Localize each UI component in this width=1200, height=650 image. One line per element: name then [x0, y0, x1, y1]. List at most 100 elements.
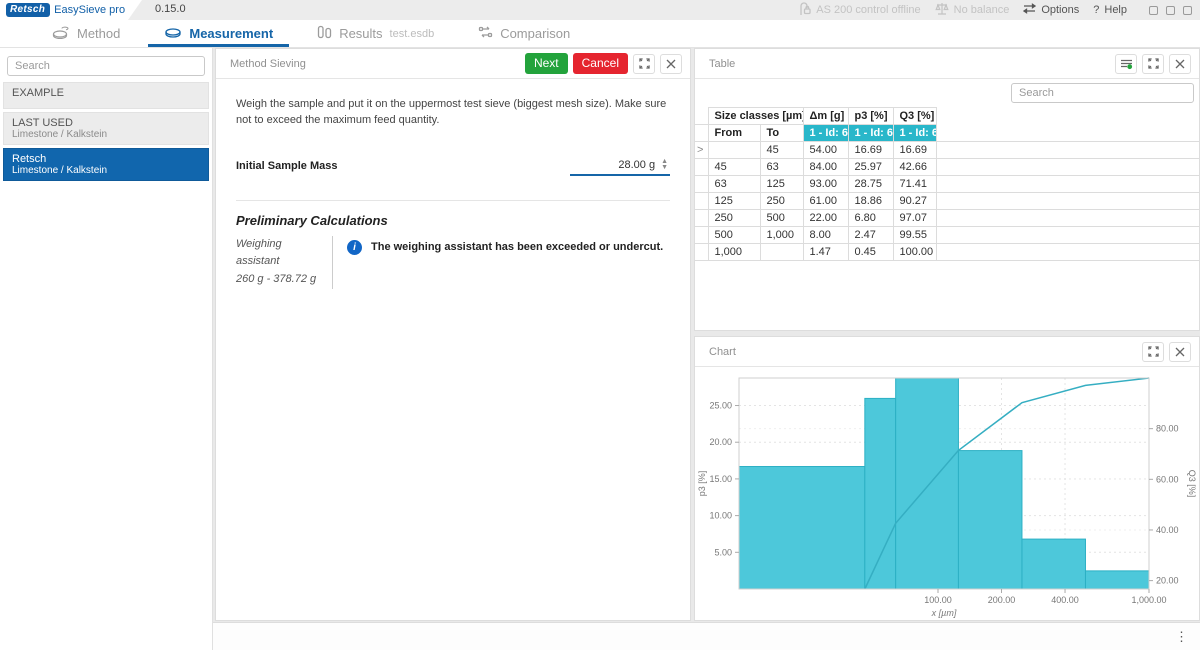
- next-button[interactable]: Next: [525, 53, 568, 74]
- histogram-bar[interactable]: [896, 378, 959, 589]
- close-panel-button[interactable]: [1169, 342, 1191, 362]
- row-marker[interactable]: [695, 227, 708, 244]
- table-cell[interactable]: 97.07: [893, 210, 936, 227]
- tab-results[interactable]: Results test.esdb: [295, 20, 456, 47]
- kebab-menu-icon[interactable]: ⋮: [1175, 630, 1188, 644]
- col-from[interactable]: From: [708, 125, 760, 142]
- table-cell[interactable]: 125: [708, 193, 760, 210]
- series-header[interactable]: 1 - Id: 6: [848, 125, 893, 142]
- row-marker[interactable]: [695, 176, 708, 193]
- sidebar-search[interactable]: [7, 56, 205, 76]
- table-cell[interactable]: [936, 244, 1199, 261]
- row-marker[interactable]: [695, 210, 708, 227]
- table-row[interactable]: 12525061.0018.8690.27: [695, 193, 1199, 210]
- histogram-bar[interactable]: [739, 467, 865, 589]
- expand-panel-button[interactable]: [1142, 54, 1164, 74]
- table-cell[interactable]: 45: [760, 142, 803, 159]
- table-cell[interactable]: 22.00: [803, 210, 848, 227]
- tab-comparison[interactable]: Comparison: [456, 20, 592, 47]
- close-panel-button[interactable]: [660, 54, 682, 74]
- expand-panel-button[interactable]: [1142, 342, 1164, 362]
- col-to[interactable]: To: [760, 125, 803, 142]
- table-cell[interactable]: 125: [760, 176, 803, 193]
- table-cell[interactable]: 84.00: [803, 159, 848, 176]
- sidebar-search-input[interactable]: [8, 60, 204, 72]
- close-panel-button[interactable]: [1169, 54, 1191, 74]
- table-cell[interactable]: 100.00: [893, 244, 936, 261]
- table-cell[interactable]: 500: [760, 210, 803, 227]
- series-header[interactable]: 1 - Id: 6: [803, 125, 848, 142]
- row-marker[interactable]: [695, 244, 708, 261]
- histogram-bar[interactable]: [1085, 571, 1149, 589]
- options-button[interactable]: Options: [1023, 3, 1079, 17]
- table-cell[interactable]: 16.69: [848, 142, 893, 159]
- table-cell[interactable]: 54.00: [803, 142, 848, 159]
- table-cell[interactable]: 99.55: [893, 227, 936, 244]
- col-q3[interactable]: Q3 [%]: [893, 108, 936, 125]
- histogram-bar[interactable]: [958, 451, 1022, 589]
- col-dm[interactable]: Δm [g]: [803, 108, 848, 125]
- tab-method[interactable]: Method: [30, 20, 142, 47]
- table-cell[interactable]: 16.69: [893, 142, 936, 159]
- table-cell[interactable]: [936, 142, 1199, 159]
- table-cell[interactable]: [936, 227, 1199, 244]
- table-options-icon[interactable]: [1115, 54, 1137, 74]
- particle-size-chart[interactable]: 5.0010.0015.0020.0025.0020.0040.0060.008…: [695, 367, 1199, 620]
- table-cell[interactable]: 1.47: [803, 244, 848, 261]
- table-cell[interactable]: 1,000: [708, 244, 760, 261]
- help-button[interactable]: ? Help: [1093, 4, 1127, 16]
- table-cell[interactable]: [708, 142, 760, 159]
- sidebar-item-last-used[interactable]: LAST USED Limestone / Kalkstein: [3, 112, 209, 145]
- table-cell[interactable]: 63: [708, 176, 760, 193]
- table-cell[interactable]: 1,000: [760, 227, 803, 244]
- table-cell[interactable]: 93.00: [803, 176, 848, 193]
- table-cell[interactable]: [936, 210, 1199, 227]
- table-row[interactable]: 1,000 1.470.45100.00: [695, 244, 1199, 261]
- col-p3[interactable]: p3 [%]: [848, 108, 893, 125]
- table-cell[interactable]: 61.00: [803, 193, 848, 210]
- table-cell[interactable]: 500: [708, 227, 760, 244]
- table-row[interactable]: 25050022.006.8097.07: [695, 210, 1199, 227]
- table-search-input[interactable]: [1012, 87, 1193, 99]
- col-size-classes[interactable]: Size classes [µm]: [708, 108, 803, 125]
- table-row[interactable]: 6312593.0028.7571.41: [695, 176, 1199, 193]
- table-cell[interactable]: 25.97: [848, 159, 893, 176]
- table-cell[interactable]: 250: [760, 193, 803, 210]
- expand-panel-button[interactable]: [633, 54, 655, 74]
- table-cell[interactable]: 6.80: [848, 210, 893, 227]
- table-cell[interactable]: [936, 159, 1199, 176]
- table-cell[interactable]: 42.66: [893, 159, 936, 176]
- cancel-button[interactable]: Cancel: [573, 53, 628, 74]
- stepper-arrows[interactable]: ▲▼: [661, 159, 668, 171]
- table-row[interactable]: >4554.0016.6916.69: [695, 142, 1199, 159]
- table-cell[interactable]: [936, 176, 1199, 193]
- table-cell[interactable]: 0.45: [848, 244, 893, 261]
- row-marker[interactable]: [695, 193, 708, 210]
- row-marker[interactable]: [695, 159, 708, 176]
- table-cell[interactable]: 90.27: [893, 193, 936, 210]
- mass-input[interactable]: 28.00 g ▲▼: [570, 157, 670, 176]
- sidebar-item-example[interactable]: EXAMPLE: [3, 82, 209, 109]
- table-cell[interactable]: 71.41: [893, 176, 936, 193]
- table-cell[interactable]: 28.75: [848, 176, 893, 193]
- table-cell[interactable]: 8.00: [803, 227, 848, 244]
- table-cell[interactable]: [760, 244, 803, 261]
- table-cell[interactable]: [936, 193, 1199, 210]
- window-maximize-button[interactable]: [1166, 6, 1175, 15]
- table-cell[interactable]: 45: [708, 159, 760, 176]
- table-cell[interactable]: 18.86: [848, 193, 893, 210]
- row-marker[interactable]: >: [695, 142, 708, 159]
- series-header[interactable]: 1 - Id: 6: [893, 125, 936, 142]
- table-cell[interactable]: 63: [760, 159, 803, 176]
- table-row[interactable]: 456384.0025.9742.66: [695, 159, 1199, 176]
- table-cell[interactable]: 2.47: [848, 227, 893, 244]
- window-close-button[interactable]: [1183, 6, 1192, 15]
- table-cell[interactable]: 250: [708, 210, 760, 227]
- window-minimize-button[interactable]: [1149, 6, 1158, 15]
- tab-measurement[interactable]: Measurement: [142, 20, 295, 47]
- table-row[interactable]: 5001,0008.002.4799.55: [695, 227, 1199, 244]
- table-search[interactable]: [1011, 83, 1194, 103]
- sidebar-item-retsch[interactable]: Retsch Limestone / Kalkstein: [3, 148, 209, 181]
- histogram-bar[interactable]: [1022, 539, 1086, 589]
- histogram-bar[interactable]: [865, 398, 896, 589]
